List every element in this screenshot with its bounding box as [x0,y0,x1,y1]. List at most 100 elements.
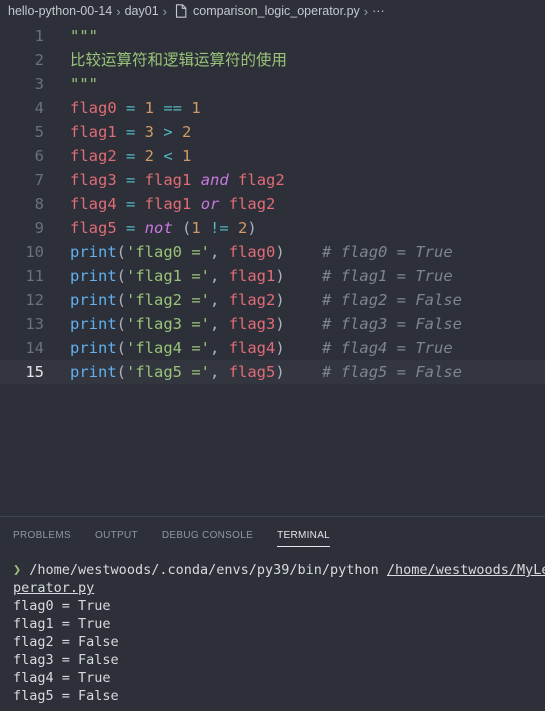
code-token: flag5 [70,219,117,237]
breadcrumb-more[interactable]: ··· [370,4,387,18]
code-token: flag5 [228,363,276,381]
code-token: ( [116,291,127,309]
tab-debug-console[interactable]: DEBUG CONSOLE [162,517,253,555]
line-number: 4 [34,99,44,117]
code-token: flag0 [228,243,276,261]
code-token: # flag4 = True [322,339,453,357]
code-token: 3 [144,123,155,141]
code-token: flag2 [70,147,117,165]
code-token: and [200,171,229,189]
code-token: 'flag5 =' [126,363,211,381]
code-token: flag3 [70,171,117,189]
line-code: flag3 = flag1 and flag2 [70,168,285,192]
line-number: 12 [25,291,44,309]
breadcrumb-folder[interactable]: day01 [123,4,161,18]
code-line[interactable]: 11 print('flag1 =', flag1) # flag1 = True [0,264,545,288]
code-line[interactable]: 2 比较运算符和逻辑运算符的使用 [0,48,545,72]
code-line[interactable]: 10 print('flag0 =', flag0) # flag0 = True [0,240,545,264]
breadcrumb-file[interactable]: comparison_logic_operator.py [191,4,362,18]
code-token: not [144,219,173,237]
code-line[interactable]: 15 print('flag5 =', flag5) # flag5 = Fals… [0,360,545,384]
code-token: = [116,99,145,117]
code-line[interactable]: 13 print('flag3 =', flag3) # flag3 = Fals… [0,312,545,336]
breadcrumb-project[interactable]: hello-python-00-14 [0,4,114,18]
code-token: or [200,195,220,213]
code-token: # flag2 = False [322,291,463,309]
line-number: 10 [25,243,44,261]
code-line[interactable]: 12 print('flag2 =', flag2) # flag2 = Fals… [0,288,545,312]
code-token: , [210,363,229,381]
line-number: 11 [25,267,44,285]
code-token: , [210,291,229,309]
code-token: ) [275,267,285,285]
line-number: 14 [25,339,44,357]
code-token: flag2 [228,291,276,309]
code-token: print [70,243,117,261]
tab-output[interactable]: OUTPUT [95,517,138,555]
tab-terminal[interactable]: TERMINAL [277,517,331,555]
code-line[interactable]: 4 flag0 = 1 == 1 [0,96,545,120]
code-token: = [116,171,145,189]
code-token: , [210,243,229,261]
code-token: ( [172,219,192,237]
script-path[interactable]: /home/westwoods/MyLea [387,562,545,578]
code-line[interactable]: 9 flag5 = not (1 != 2) [0,216,545,240]
code-token: ) [247,219,257,237]
tab-problems[interactable]: PROBLEMS [13,517,71,555]
code-token: ) [275,243,285,261]
code-token: ( [116,363,127,381]
line-code: print('flag2 =', flag2) # flag2 = False [70,288,462,312]
script-path-continued[interactable]: perator.py [13,580,94,596]
code-token: # flag0 = True [322,243,453,261]
line-number: 1 [34,27,44,45]
line-code: flag0 = 1 == 1 [70,96,201,120]
terminal-output-line: flag2 = False [13,634,119,650]
code-token: print [70,291,117,309]
line-code: print('flag0 =', flag0) # flag0 = True [70,240,453,264]
code-line[interactable]: 14 print('flag4 =', flag4) # flag4 = True [0,336,545,360]
terminal-output[interactable]: ❯ /home/westwoods/.conda/envs/py39/bin/p… [13,561,545,705]
interpreter-path: /home/westwoods/.conda/envs/py39/bin/pyt… [29,562,379,578]
code-token: 'flag0 =' [126,243,211,261]
code-token: 'flag2 =' [126,291,211,309]
line-number: 7 [34,171,44,189]
line-code: print('flag5 =', flag5) # flag5 = False [70,360,462,384]
code-token: flag1 [228,267,276,285]
code-line[interactable]: 5 flag1 = 3 > 2 [0,120,545,144]
code-token: ( [116,267,127,285]
code-token: < [154,147,183,165]
code-line[interactable]: 1 """ [0,24,545,48]
code-token: # flag1 = True [322,267,453,285]
line-number: 3 [34,75,44,93]
code-token: print [70,267,117,285]
code-token: , [210,339,229,357]
code-line[interactable]: 3 """ [0,72,545,96]
code-editor[interactable]: 1 """ 2 比较运算符和逻辑运算符的使用 3 """ 4 flag0 = 1 == 15f… [0,24,545,514]
code-token: print [70,315,117,333]
line-number: 13 [25,315,44,333]
code-line[interactable]: 7 flag3 = flag1 and flag2 [0,168,545,192]
line-number: 15 [25,363,44,381]
line-number: 9 [34,219,44,237]
line-code: """ [70,24,98,48]
code-line[interactable]: 8 flag4 = flag1 or flag2 [0,192,545,216]
terminal-output-line: flag3 = False [13,652,119,668]
code-line[interactable]: 6 flag2 = 2 < 1 [0,144,545,168]
terminal-output-line: flag4 = True [13,670,111,686]
code-token: 2 [238,219,248,237]
code-token: 2 [182,123,192,141]
code-token: , [210,267,229,285]
chevron-right-icon: › [363,3,369,19]
line-number: 2 [34,51,44,69]
line-code: flag5 = not (1 != 2) [70,216,257,240]
code-token: flag0 [70,99,117,117]
chevron-right-icon: › [162,3,167,19]
code-token: # flag5 = False [322,363,463,381]
